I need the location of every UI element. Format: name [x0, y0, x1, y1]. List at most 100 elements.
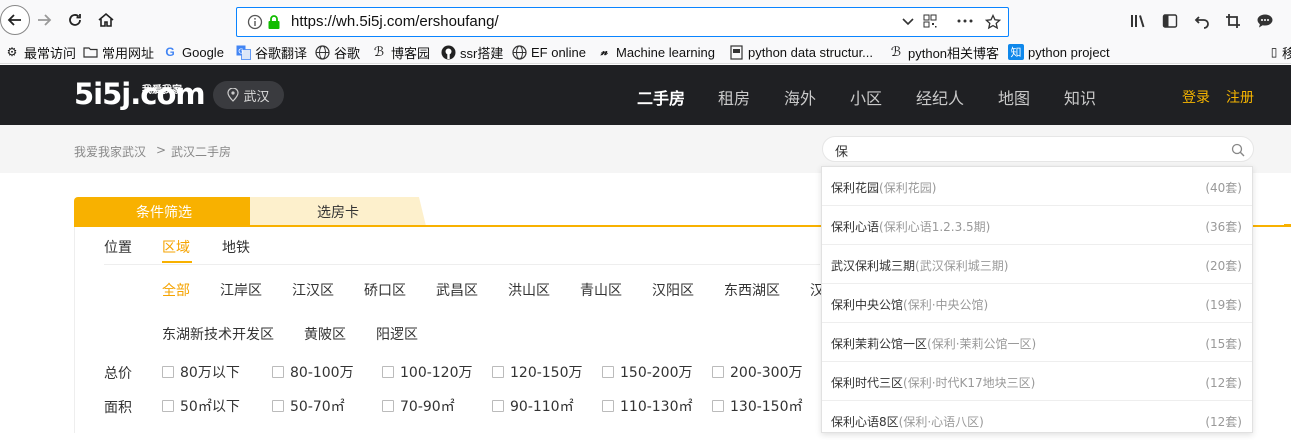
back-button[interactable]: [0, 5, 30, 35]
subtab-subway[interactable]: 地铁: [222, 237, 250, 257]
suggestion-item[interactable]: 保利心语8区(保利·心语八区) (12套): [822, 401, 1252, 440]
more-options-icon[interactable]: [957, 14, 973, 28]
bookmark-ef-online[interactable]: EF online: [511, 43, 586, 61]
district-dongxihu[interactable]: 东西湖区: [724, 280, 780, 300]
bookmark-ssr[interactable]: ssr搭建: [440, 43, 503, 61]
site-logo[interactable]: 5i5j.com: [74, 79, 206, 109]
subtab-district[interactable]: 区域: [162, 237, 190, 257]
translate-icon: G: [235, 44, 251, 60]
nav-community[interactable]: 小区: [850, 85, 882, 109]
search-input[interactable]: 保: [822, 136, 1254, 162]
bookmark-python-blogs[interactable]: ℬ python相关博客: [888, 43, 999, 61]
district-hanyang[interactable]: 汉阳区: [652, 280, 694, 300]
bookmark-cnblogs[interactable]: ℬ 博客园: [371, 43, 430, 61]
price-option[interactable]: 80-100万: [272, 362, 354, 382]
checkbox[interactable]: [712, 366, 724, 378]
suggestion-item[interactable]: 保利茉莉公馆一区(保利·茉莉公馆一区) (15套): [822, 323, 1252, 362]
chat-icon[interactable]: [1254, 10, 1276, 32]
checkbox[interactable]: [272, 366, 284, 378]
suggestion-item[interactable]: 保利心语(保利心语1.2.3.5期) (36套): [822, 206, 1252, 245]
district-huangpi[interactable]: 黄陂区: [304, 324, 346, 344]
suggestion-item[interactable]: 武汉保利城三期(武汉保利城三期) (20套): [822, 245, 1252, 284]
star-bookmark-icon[interactable]: [985, 14, 1001, 30]
district-jianghan[interactable]: 江汉区: [292, 280, 334, 300]
district-jiangan[interactable]: 江岸区: [220, 280, 262, 300]
suggestion-item[interactable]: 保利中央公馆(保利·中央公馆) (19套): [822, 284, 1252, 323]
nav-knowledge[interactable]: 知识: [1064, 85, 1096, 109]
area-option[interactable]: 130-150㎡: [712, 396, 803, 416]
nav-ershoufang[interactable]: 二手房: [637, 85, 685, 109]
checkbox[interactable]: [712, 400, 724, 412]
chevron-down-icon[interactable]: [901, 14, 915, 28]
district-qingshan[interactable]: 青山区: [580, 280, 622, 300]
checkbox[interactable]: [602, 400, 614, 412]
register-link[interactable]: 注册: [1226, 87, 1254, 107]
bookmark-google[interactable]: G Google: [162, 43, 224, 61]
district-all[interactable]: 全部: [162, 280, 190, 300]
bookmark-google-translate[interactable]: G 谷歌翻译: [235, 43, 307, 61]
district-yangluo[interactable]: 阳逻区: [376, 324, 418, 344]
area-option[interactable]: 70-90㎡: [382, 396, 455, 416]
tab-filter-conditions[interactable]: 条件筛选: [74, 197, 254, 226]
checkbox[interactable]: [492, 400, 504, 412]
nav-map[interactable]: 地图: [998, 85, 1030, 109]
area-option[interactable]: 90-110㎡: [492, 396, 574, 416]
bookmark-common-sites[interactable]: 常用网址: [82, 43, 154, 61]
district-hongshan[interactable]: 洪山区: [508, 280, 550, 300]
zhihu-icon: 知: [1008, 44, 1024, 60]
folder-icon: [82, 44, 98, 60]
bookmark-overflow[interactable]: ▯ 移: [1270, 43, 1291, 61]
bookmark-most-visited[interactable]: ⚙ 最常访问: [4, 43, 76, 61]
bookmark-python-ds[interactable]: python data structur...: [728, 43, 873, 61]
suggestion-item[interactable]: 保利时代三区(保利·时代K17地块三区) (12套): [822, 362, 1252, 401]
price-option[interactable]: 100-120万: [382, 362, 473, 382]
library-icon[interactable]: [1128, 10, 1150, 32]
district-wuchang[interactable]: 武昌区: [436, 280, 478, 300]
qr-code-icon[interactable]: [923, 14, 937, 28]
info-icon[interactable]: [247, 14, 263, 30]
subtab-active-indicator: [162, 261, 192, 263]
sidebar-icon[interactable]: [1159, 10, 1181, 32]
checkbox[interactable]: [382, 400, 394, 412]
area-option[interactable]: 50-70㎡: [272, 396, 345, 416]
checkbox[interactable]: [162, 366, 174, 378]
district-donghu-hightech[interactable]: 东湖新技术开发区: [162, 324, 274, 344]
area-option[interactable]: 110-130㎡: [602, 396, 693, 416]
globe-icon: [314, 44, 330, 60]
nav-rent[interactable]: 租房: [718, 85, 750, 109]
area-option[interactable]: 50㎡以下: [162, 396, 240, 416]
checkbox[interactable]: [382, 366, 394, 378]
checkbox[interactable]: [162, 400, 174, 412]
login-link[interactable]: 登录: [1182, 87, 1210, 107]
bookmark-machine-learning[interactable]: 𝓃 Machine learning: [596, 43, 715, 61]
breadcrumb-current[interactable]: 武汉二手房: [171, 143, 231, 160]
nav-overseas[interactable]: 海外: [784, 85, 816, 109]
subtab-location[interactable]: 位置: [104, 237, 132, 257]
home-button[interactable]: [94, 8, 118, 32]
reload-icon: [69, 14, 81, 26]
crop-icon[interactable]: [1222, 10, 1244, 32]
price-option[interactable]: 150-200万: [602, 362, 693, 382]
search-icon[interactable]: [1231, 142, 1245, 161]
price-option[interactable]: 120-150万: [492, 362, 583, 382]
undo-icon[interactable]: [1191, 10, 1213, 32]
city-selector[interactable]: 武汉: [213, 81, 284, 109]
page-icon: [728, 44, 744, 60]
suggestion-item[interactable]: 保利花园(保利花园) (40套): [822, 167, 1252, 206]
bookmark-python-project[interactable]: 知 python project: [1008, 43, 1110, 61]
price-option[interactable]: 80万以下: [162, 362, 240, 382]
bookmark-google-cn[interactable]: 谷歌: [314, 43, 360, 61]
reload-button[interactable]: [63, 8, 87, 32]
checkbox[interactable]: [602, 366, 614, 378]
lock-icon[interactable]: [267, 14, 281, 30]
breadcrumb-home[interactable]: 我爱我家武汉: [74, 143, 146, 160]
tab-house-card[interactable]: 选房卡: [250, 197, 426, 226]
forward-button[interactable]: [32, 8, 56, 32]
district-qiaokou[interactable]: 硚口区: [364, 280, 406, 300]
logo-tagline: 我爱我家: [142, 85, 182, 96]
checkbox[interactable]: [272, 400, 284, 412]
checkbox[interactable]: [492, 366, 504, 378]
nav-agent[interactable]: 经纪人: [916, 85, 964, 109]
price-option[interactable]: 200-300万: [712, 362, 803, 382]
address-bar[interactable]: https://wh.5i5j.com/ershoufang/: [236, 7, 1009, 37]
